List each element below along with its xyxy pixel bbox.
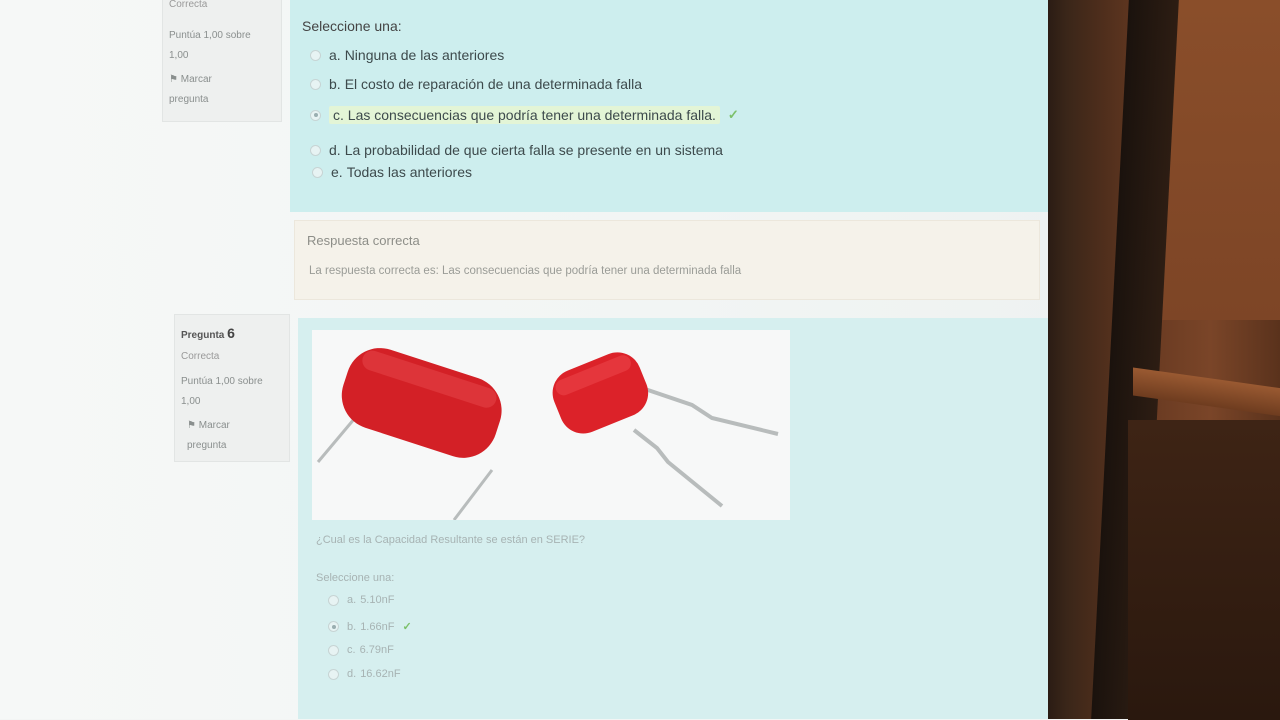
flag-question-link[interactable]: ⚑ Marcar pregunta: [181, 416, 283, 456]
capacitors-illustration: [316, 348, 779, 521]
select-prompt: Seleccione una:: [316, 572, 395, 584]
flag-question-link[interactable]: ⚑ Marcar pregunta: [169, 70, 275, 110]
answer-option-a[interactable]: a. Ninguna de las anteriores: [310, 47, 504, 63]
answer-option-b[interactable]: b. El costo de reparación de una determi…: [310, 76, 642, 92]
flag-icon: ⚑: [169, 74, 178, 85]
capacitors-image: [312, 330, 790, 521]
question-grade: Puntúa 1,00 sobre 1,00: [169, 30, 251, 61]
radio-button-selected[interactable]: [310, 109, 321, 121]
answer-option-e[interactable]: e. Todas las anteriores: [312, 164, 472, 180]
flag-icon: ⚑: [187, 420, 196, 431]
monitor-bezel-background: [1048, 0, 1280, 720]
answer-option-c[interactable]: c. Las consecuencias que podría tener un…: [310, 106, 739, 124]
question-5-info: Correcta Puntúa 1,00 sobre 1,00 ⚑ Marcar…: [162, 0, 282, 122]
radio-button[interactable]: [310, 49, 321, 61]
radio-button[interactable]: [328, 594, 339, 606]
answer-option-c[interactable]: c. 6.79nF: [328, 644, 394, 656]
check-icon: ✓: [402, 621, 412, 633]
question-5-feedback: Respuesta correcta La respuesta correcta…: [294, 220, 1040, 300]
radio-button[interactable]: [312, 166, 323, 178]
question-6-info: Pregunta 6 Correcta Puntúa 1,00 sobre 1,…: [174, 314, 290, 462]
answer-option-d[interactable]: d. 16.62nF: [328, 668, 401, 680]
correct-answer-highlight: c. Las consecuencias que podría tener un…: [329, 106, 720, 124]
radio-button[interactable]: [310, 144, 321, 156]
radio-button[interactable]: [328, 644, 339, 656]
answer-option-a[interactable]: a. 5.10nF: [328, 594, 394, 606]
select-prompt: Seleccione una:: [302, 18, 402, 34]
question-text: ¿Cual es la Capacidad Resultante se está…: [316, 534, 586, 546]
radio-button[interactable]: [310, 78, 321, 90]
question-5-formulation: Seleccione una: a. Ninguna de las anteri…: [290, 0, 1066, 212]
feedback-title: Respuesta correcta: [307, 233, 420, 248]
answer-option-d[interactable]: d. La probabilidad de que cierta falla s…: [310, 142, 723, 158]
browser-screen: Correcta Puntúa 1,00 sobre 1,00 ⚑ Marcar…: [0, 0, 1100, 719]
radio-button-selected[interactable]: [328, 621, 339, 632]
question-number: Pregunta 6: [181, 325, 235, 341]
answer-option-b[interactable]: b. 1.66nF ✓: [328, 620, 412, 633]
question-status: Correcta: [181, 351, 220, 362]
question-status: Correcta: [169, 0, 208, 10]
check-icon: ✓: [727, 107, 739, 122]
radio-button[interactable]: [328, 668, 339, 680]
feedback-text: La respuesta correcta es: Las consecuenc…: [309, 265, 742, 277]
question-grade: Puntúa 1,00 sobre 1,00: [181, 376, 263, 407]
